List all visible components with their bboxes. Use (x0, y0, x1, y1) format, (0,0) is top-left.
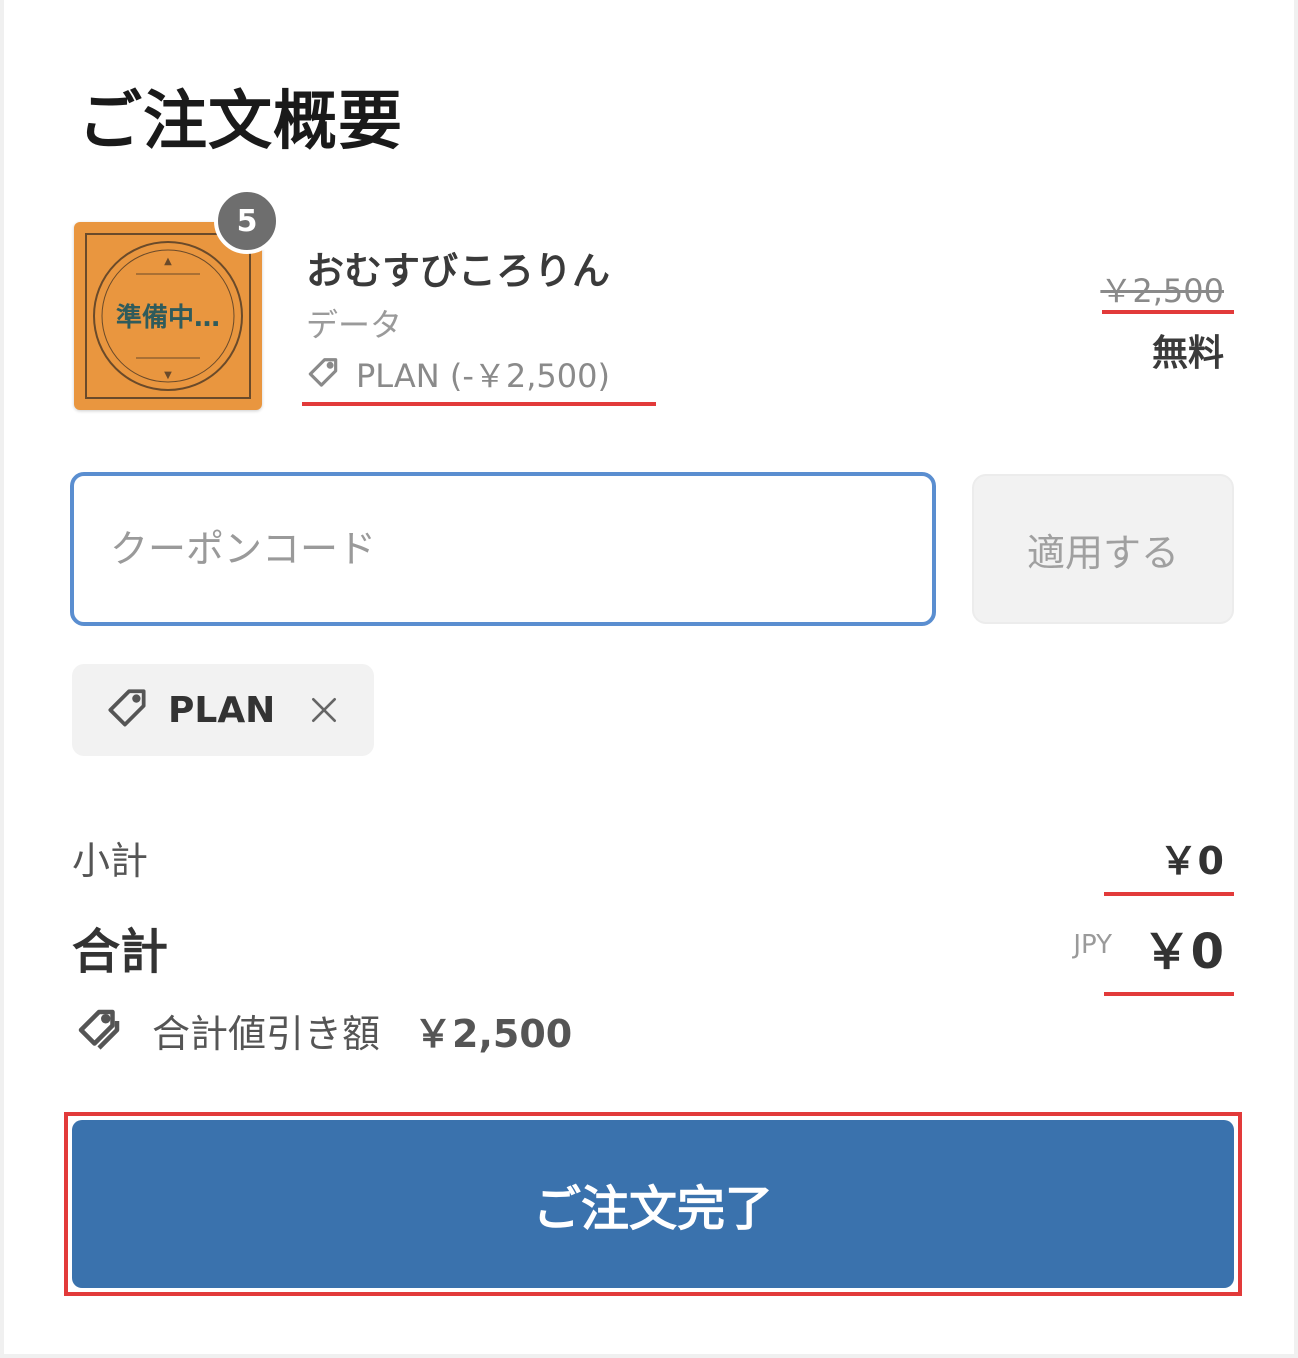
total-discount-row: 合計値引き額 ￥2,500 (72, 1002, 572, 1058)
tags-icon (72, 1003, 126, 1057)
svg-text:▼: ▼ (164, 370, 172, 381)
product-variant: データ (306, 306, 403, 344)
product-discount: PLAN (-￥2,500) (304, 352, 610, 396)
svg-text:▲: ▲ (164, 256, 172, 267)
final-price: 無料 (1151, 333, 1224, 374)
order-summary-panel: ご注文概要 ▲ ▼ 準備中… 5 おむすびころりん データ PLAN (-￥2,… (0, 0, 1298, 1358)
tag-icon (304, 355, 342, 393)
apply-coupon-button[interactable]: 適用する (972, 474, 1234, 624)
remove-code-icon[interactable] (305, 691, 343, 729)
subtotal-label: 小計 (72, 839, 149, 883)
total-highlight (1104, 992, 1234, 996)
subtotal-highlight (1104, 892, 1234, 896)
discount-highlight (302, 402, 656, 406)
product-discount-text: PLAN (-￥2,500) (356, 357, 610, 395)
applied-code-label: PLAN (168, 689, 276, 731)
applied-code-chip: PLAN (72, 664, 374, 756)
original-price-highlight (1102, 310, 1234, 314)
coupon-code-input[interactable] (70, 472, 936, 626)
total-label: 合計 (72, 924, 169, 980)
thumbnail-text: 準備中… (116, 302, 220, 333)
tag-icon (102, 685, 152, 735)
total-value: ￥0 (1142, 924, 1224, 980)
total-discount-label: 合計値引き額 (152, 1011, 381, 1056)
product-name: おむすびころりん (306, 249, 611, 293)
original-price: ￥2,500 (1100, 272, 1224, 310)
page-title: ご注文概要 (78, 85, 403, 159)
total-discount-value: ￥2,500 (414, 1011, 573, 1056)
complete-order-button[interactable]: ご注文完了 (72, 1120, 1234, 1288)
total-currency: JPY (1073, 930, 1112, 960)
subtotal-value: ￥0 (1159, 839, 1224, 883)
quantity-badge: 5 (214, 188, 280, 254)
